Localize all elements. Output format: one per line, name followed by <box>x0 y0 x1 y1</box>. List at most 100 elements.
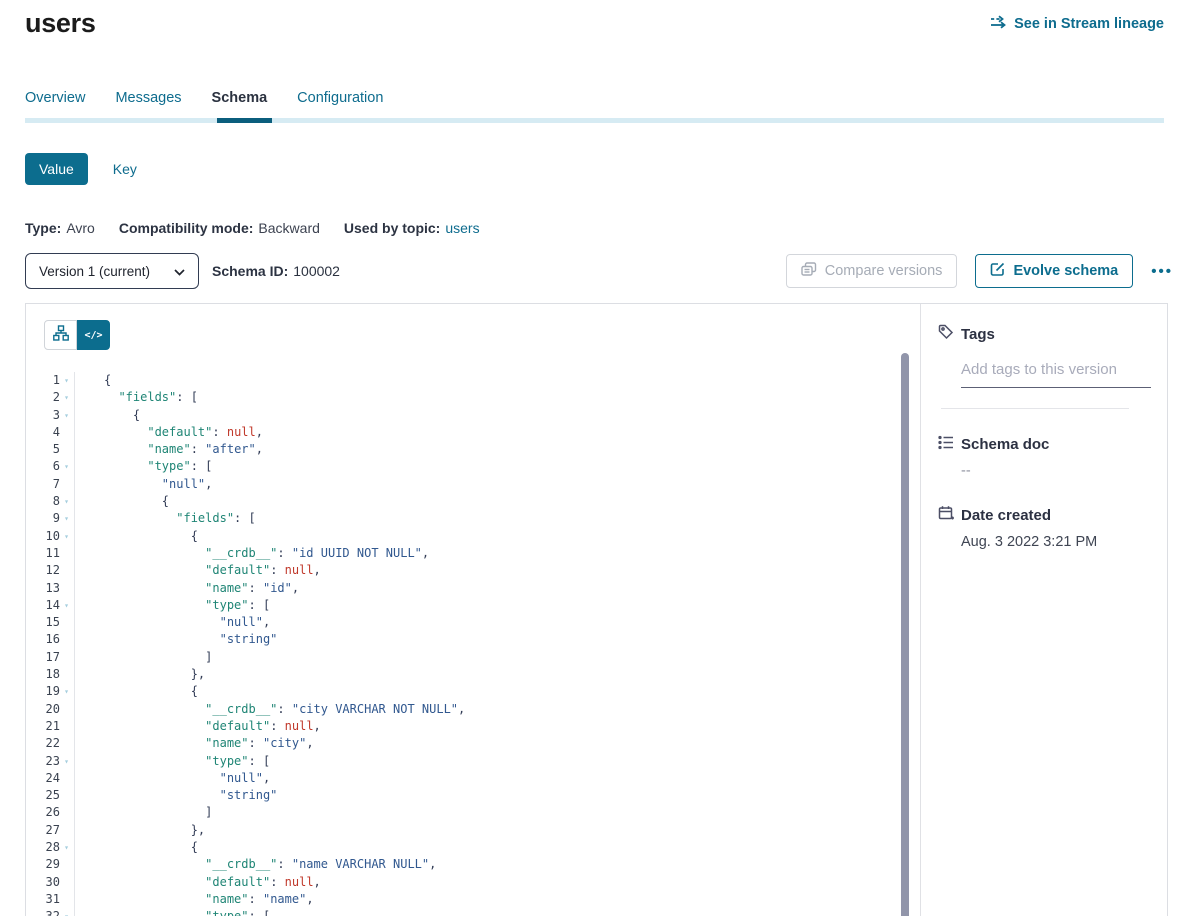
compatibility-label: Compatibility mode: <box>119 220 254 236</box>
collapse-arrow-icon[interactable]: ▾ <box>60 528 73 545</box>
vertical-scrollbar[interactable] <box>901 353 909 916</box>
line-number: 5 <box>26 441 60 458</box>
version-select[interactable]: Version 1 (current) <box>25 253 199 289</box>
line-number: 25 <box>26 787 60 804</box>
code-line: 6▾ "type": [ <box>26 458 900 475</box>
code-line: 19▾ { <box>26 683 900 700</box>
line-number: 17 <box>26 649 60 666</box>
collapse-arrow-icon[interactable]: ▾ <box>60 510 73 527</box>
list-icon <box>938 435 954 454</box>
line-number: 27 <box>26 822 60 839</box>
code-line: 12 "default": null, <box>26 562 900 579</box>
tag-icon <box>938 324 954 344</box>
date-created-heading: Date created <box>961 507 1051 524</box>
collapse-arrow-icon[interactable]: ▾ <box>60 753 73 770</box>
tab-underline <box>25 118 1164 123</box>
tabs: Overview Messages Schema Configuration <box>25 90 383 106</box>
tree-view-icon <box>53 325 69 346</box>
more-options-button[interactable]: ••• <box>1151 263 1173 280</box>
schema-doc-value: -- <box>961 463 1150 479</box>
code-line: 9▾ "fields": [ <box>26 510 900 527</box>
date-created-value: Aug. 3 2022 3:21 PM <box>961 534 1150 550</box>
line-number: 15 <box>26 614 60 631</box>
code-line: 31 "name": "name", <box>26 891 900 908</box>
stream-lineage-link[interactable]: See in Stream lineage <box>990 15 1164 33</box>
tags-section: Tags <box>938 324 1150 409</box>
collapse-arrow-icon[interactable]: ▾ <box>60 372 73 389</box>
line-number: 1 <box>26 372 60 389</box>
sidebar-divider <box>941 408 1129 409</box>
line-number: 19 <box>26 683 60 700</box>
code-line: 4 "default": null, <box>26 424 900 441</box>
collapse-arrow-icon[interactable]: ▾ <box>60 407 73 424</box>
version-bar: Version 1 (current) Schema ID:100002 Com… <box>25 253 1173 289</box>
schema-doc-section: Schema doc -- <box>938 435 1150 479</box>
code-line: 2▾ "fields": [ <box>26 389 900 406</box>
tree-view-button[interactable] <box>44 320 77 350</box>
type-field: Type:Avro <box>25 220 95 236</box>
line-number: 12 <box>26 562 60 579</box>
code-line: 30 "default": null, <box>26 874 900 891</box>
collapse-arrow-icon[interactable]: ▾ <box>60 597 73 614</box>
line-number: 10 <box>26 528 60 545</box>
stream-lineage-icon <box>990 15 1007 33</box>
line-number: 14 <box>26 597 60 614</box>
compare-versions-icon <box>801 262 817 281</box>
key-value-toggle: Value Key <box>25 153 137 185</box>
evolve-schema-button[interactable]: Evolve schema <box>975 254 1133 288</box>
line-number: 26 <box>26 804 60 821</box>
code-line: 18 }, <box>26 666 900 683</box>
chevron-down-icon <box>174 264 185 279</box>
tab-configuration[interactable]: Configuration <box>297 90 383 106</box>
collapse-arrow-icon[interactable]: ▾ <box>60 683 73 700</box>
collapse-arrow-icon[interactable]: ▾ <box>60 839 73 856</box>
code-line: 14▾ "type": [ <box>26 597 900 614</box>
stream-lineage-label: See in Stream lineage <box>1014 16 1164 32</box>
code-line: 28▾ { <box>26 839 900 856</box>
code-view-button[interactable]: </> <box>77 320 110 350</box>
code-line: 29 "__crdb__": "name VARCHAR NULL", <box>26 856 900 873</box>
collapse-arrow-icon[interactable]: ▾ <box>60 908 73 916</box>
schema-sidebar: Tags <box>920 304 1167 916</box>
schema-doc-heading-row: Schema doc <box>938 435 1150 454</box>
date-created-section: Date created Aug. 3 2022 3:21 PM <box>938 505 1150 550</box>
schema-meta: Type:Avro Compatibility mode:Backward Us… <box>25 220 480 236</box>
tags-heading-row: Tags <box>938 324 1150 344</box>
line-number: 16 <box>26 631 60 648</box>
topic-link[interactable]: users <box>445 220 479 236</box>
line-number: 30 <box>26 874 60 891</box>
code-line: 8▾ { <box>26 493 900 510</box>
line-number: 22 <box>26 735 60 752</box>
line-number: 9 <box>26 510 60 527</box>
code-line: 24 "null", <box>26 770 900 787</box>
code-line: 15 "null", <box>26 614 900 631</box>
tags-heading: Tags <box>961 326 995 343</box>
code-line: 13 "name": "id", <box>26 580 900 597</box>
type-value: Avro <box>66 220 95 236</box>
code-line: 27 }, <box>26 822 900 839</box>
schema-id-value: 100002 <box>293 263 340 279</box>
code-line: 11 "__crdb__": "id UUID NOT NULL", <box>26 545 900 562</box>
code-line: 10▾ { <box>26 528 900 545</box>
value-button[interactable]: Value <box>25 153 88 185</box>
collapse-arrow-icon[interactable]: ▾ <box>60 493 73 510</box>
evolve-schema-label: Evolve schema <box>1013 263 1118 279</box>
collapse-arrow-icon[interactable]: ▾ <box>60 389 73 406</box>
code-line: 5 "name": "after", <box>26 441 900 458</box>
collapse-arrow-icon[interactable]: ▾ <box>60 458 73 475</box>
tab-overview[interactable]: Overview <box>25 90 85 106</box>
compare-versions-button[interactable]: Compare versions <box>786 254 958 288</box>
tab-schema[interactable]: Schema <box>212 90 268 106</box>
code-line: 32▾ "type": [ <box>26 908 900 916</box>
key-button[interactable]: Key <box>113 161 137 177</box>
schema-panel: </> 1▾{2▾ "fields": [3▾ {4 "default": nu… <box>25 303 1168 916</box>
add-tags-input[interactable] <box>961 361 1151 388</box>
compare-versions-label: Compare versions <box>825 263 943 279</box>
schema-doc-heading: Schema doc <box>961 436 1049 453</box>
code-line: 20 "__crdb__": "city VARCHAR NOT NULL", <box>26 701 900 718</box>
tab-messages[interactable]: Messages <box>115 90 181 106</box>
line-number: 24 <box>26 770 60 787</box>
date-created-heading-row: Date created <box>938 505 1150 525</box>
line-number: 23 <box>26 753 60 770</box>
code-line: 3▾ { <box>26 407 900 424</box>
